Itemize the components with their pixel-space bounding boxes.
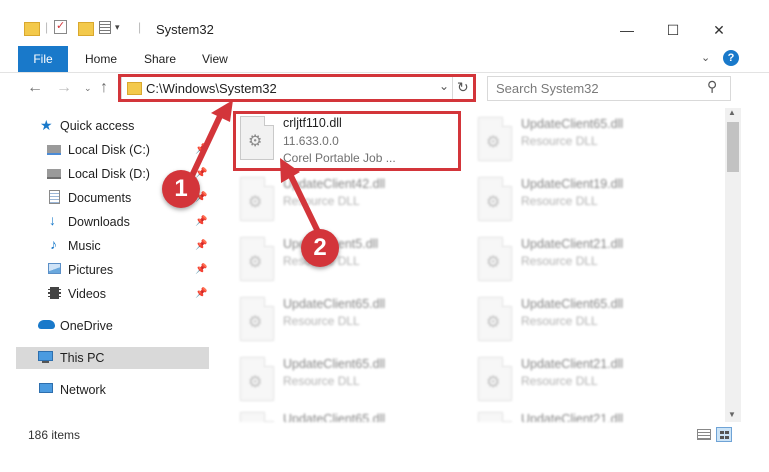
callout-badge-1: 1 [162,170,200,208]
annotation-arrows [187,100,324,241]
status-item-count: 186 items [28,428,81,442]
callout-badge-2: 2 [301,229,339,267]
callout-arrow-1-line [187,111,224,183]
large-icons-view-icon[interactable] [716,427,732,442]
details-view-icon[interactable] [697,429,711,440]
